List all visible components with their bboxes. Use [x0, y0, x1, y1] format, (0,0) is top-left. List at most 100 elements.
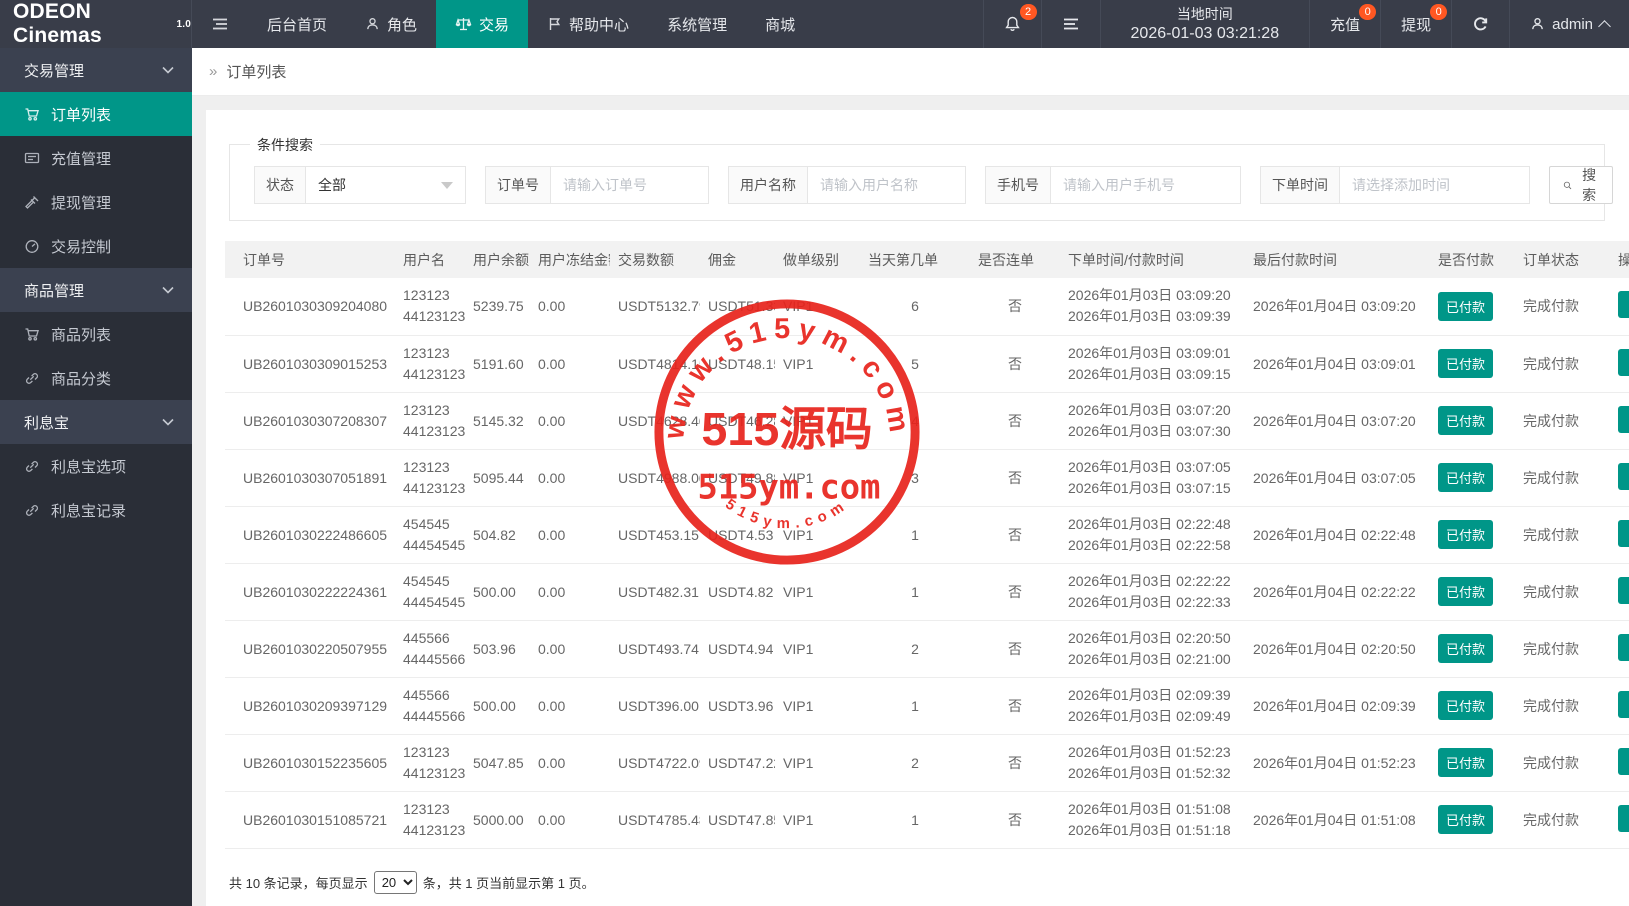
last-pay-time-cell: 2026年01月04日 03:07:05	[1245, 449, 1430, 507]
paid-status-cell: 已付款	[1430, 506, 1515, 564]
cart-icon	[25, 327, 39, 341]
row-action-button[interactable]	[1618, 576, 1629, 604]
row-action-button[interactable]	[1618, 804, 1629, 832]
level-cell: VIP1	[775, 392, 860, 450]
order-table-body: UB2601030309204080 123123 44123123 5239.75 0…	[225, 278, 1629, 849]
day-index-cell: 2	[860, 734, 970, 792]
withdraw-button[interactable]: 提现 0	[1380, 0, 1451, 48]
sidebar-item-product-list[interactable]: 商品列表	[0, 312, 192, 356]
notifications-badge: 2	[1019, 4, 1037, 20]
paid-status-cell: 已付款	[1430, 791, 1515, 849]
order-no-cell: UB2601030152235605	[225, 734, 395, 792]
day-index-cell: 6	[860, 278, 970, 336]
row-action-button[interactable]	[1618, 462, 1629, 490]
day-index-cell: 1	[860, 563, 970, 621]
sidebar-item-label: 交易控制	[51, 238, 112, 256]
row-action-button[interactable]	[1618, 633, 1629, 661]
sidebar-item-product-category[interactable]: 商品分类	[0, 356, 192, 400]
row-action-button[interactable]	[1618, 348, 1629, 376]
admin-avatar-icon	[1532, 17, 1543, 30]
row-action-button[interactable]	[1618, 747, 1629, 775]
sidebar-item-label: 商品列表	[51, 326, 112, 344]
tab-roles[interactable]: 角色	[346, 0, 436, 48]
sidebar-group-interest-treasure[interactable]: 利息宝	[0, 400, 192, 444]
paid-status-cell: 已付款	[1430, 677, 1515, 735]
paid-badge: 已付款	[1438, 805, 1494, 834]
amount-cell: USDT4814.15	[610, 335, 700, 393]
sidebar-item-withdraw-management[interactable]: 提现管理	[0, 180, 192, 224]
tab-system[interactable]: 系统管理	[648, 0, 746, 48]
sidebar-item-label: 利息宝记录	[51, 502, 127, 520]
tab-help-center[interactable]: 帮助中心	[528, 0, 648, 48]
status-select[interactable]: 全部	[306, 166, 466, 204]
order-time-input[interactable]	[1340, 166, 1530, 204]
local-time: 当地时间 2026-01-03 03:21:28	[1099, 0, 1310, 48]
sidebar-item-recharge-management[interactable]: 充值管理	[0, 136, 192, 180]
sidebar-group-product-management[interactable]: 商品管理	[0, 268, 192, 312]
order-no-cell: UB2601030220507955	[225, 620, 395, 678]
sidebar-item-label: 利息宝选项	[51, 458, 127, 476]
app-logo: ODEON Cinemas 1.0	[0, 0, 192, 48]
serial-cell: 否	[970, 278, 1060, 336]
link-icon	[26, 504, 38, 516]
commission-cell: USDT4.94	[700, 620, 775, 678]
order-status-cell: 完成付款	[1515, 620, 1610, 678]
order-status-cell: 完成付款	[1515, 734, 1610, 792]
order-time-label: 下单时间	[1260, 166, 1340, 204]
order-no-cell: UB2601030309015253	[225, 335, 395, 393]
phone-input[interactable]	[1051, 166, 1241, 204]
sidebar-item-interest-options[interactable]: 利息宝选项	[0, 444, 192, 488]
row-action-button[interactable]	[1618, 519, 1629, 547]
tab-label: 帮助中心	[569, 16, 630, 34]
row-action-button[interactable]	[1618, 690, 1629, 718]
order-no-filter: 订单号	[485, 166, 709, 204]
message-list-button[interactable]	[1040, 0, 1100, 48]
page-size-select[interactable]: 20	[373, 870, 417, 894]
sidebar-item-trade-control[interactable]: 交易控制	[0, 224, 192, 268]
tab-label: 后台首页	[267, 16, 328, 34]
sidebar-item-interest-records[interactable]: 利息宝记录	[0, 488, 192, 532]
user-name-input[interactable]	[808, 166, 966, 204]
notifications-button[interactable]: 2	[982, 0, 1041, 48]
admin-menu[interactable]: admin	[1509, 0, 1629, 48]
action-cell	[1610, 620, 1629, 678]
sidebar-item-label: 充值管理	[51, 150, 112, 168]
order-no-input[interactable]	[551, 166, 709, 204]
commission-cell: USDT51.33	[700, 278, 775, 336]
tab-trade[interactable]: 交易	[436, 0, 529, 48]
app-version: 1.0	[176, 18, 191, 30]
tab-dashboard[interactable]: 后台首页	[248, 0, 346, 48]
row-action-button[interactable]	[1618, 291, 1629, 319]
user-name-cell: 123123 44123123	[395, 278, 465, 336]
sidebar-item-order-list[interactable]: 订单列表	[0, 92, 192, 136]
action-cell	[1610, 734, 1629, 792]
refresh-button[interactable]	[1451, 0, 1509, 48]
refresh-icon	[1474, 16, 1488, 30]
gavel-icon	[25, 195, 39, 209]
sidebar-item-label: 订单列表	[51, 106, 112, 124]
last-pay-time-cell: 2026年01月04日 01:52:23	[1245, 734, 1430, 792]
sidebar-group-trade-management[interactable]: 交易管理	[0, 48, 192, 92]
tab-mall[interactable]: 商城	[746, 0, 814, 48]
action-cell	[1610, 278, 1629, 336]
amount-cell: USDT5132.79	[610, 278, 700, 336]
serial-cell: 否	[970, 791, 1060, 849]
action-cell	[1610, 506, 1629, 564]
breadcrumb-arrows-icon: »	[209, 63, 218, 80]
column-header: 当天第几单	[860, 241, 970, 278]
sidebar-item-label: 商品分类	[51, 370, 112, 388]
search-button[interactable]: 搜 索	[1549, 166, 1613, 204]
local-time-value: 2026-01-03 03:21:28	[1130, 25, 1280, 42]
recharge-badge: 0	[1359, 4, 1377, 20]
paid-badge: 已付款	[1438, 691, 1494, 720]
row-action-button[interactable]	[1618, 405, 1629, 433]
order-table-wrap: 订单号用户名用户余额用户冻结金额交易数额佣金做单级别当天第几单是否连单下单时间/…	[225, 241, 1629, 849]
serial-cell: 否	[970, 734, 1060, 792]
serial-cell: 否	[970, 563, 1060, 621]
cart-icon	[25, 107, 39, 121]
sidebar-collapse-button[interactable]	[192, 0, 248, 48]
paid-status-cell: 已付款	[1430, 449, 1515, 507]
paid-status-cell: 已付款	[1430, 563, 1515, 621]
recharge-button[interactable]: 充值 0	[1309, 0, 1380, 48]
commission-cell: USDT4.82	[700, 563, 775, 621]
